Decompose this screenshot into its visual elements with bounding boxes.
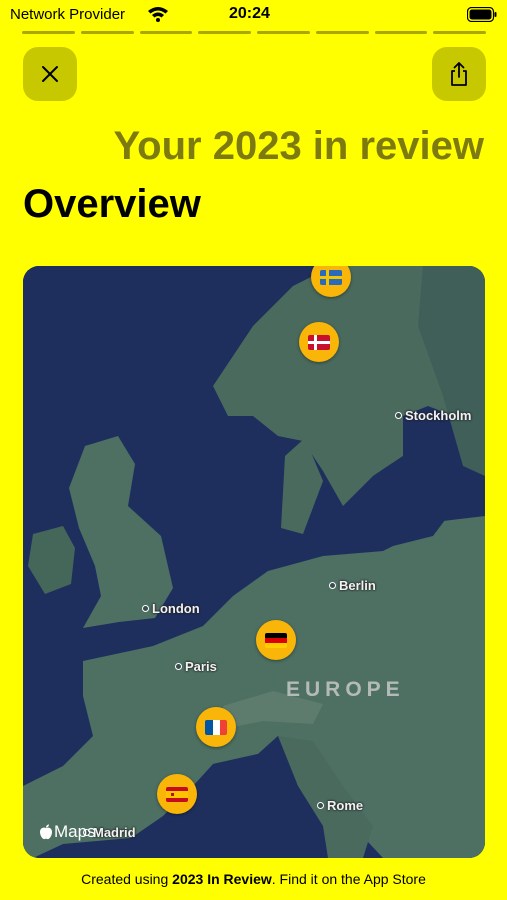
region-label: EUROPE bbox=[286, 678, 405, 701]
section-title: Overview bbox=[23, 182, 201, 226]
city-label-paris: Paris bbox=[175, 659, 217, 674]
maps-attribution[interactable]: Maps bbox=[39, 822, 96, 842]
spain-flag-icon bbox=[166, 786, 188, 802]
footer-suffix: . Find it on the App Store bbox=[271, 871, 426, 887]
close-button[interactable] bbox=[23, 47, 77, 101]
wifi-icon bbox=[148, 7, 168, 22]
maps-attribution-label: Maps bbox=[54, 822, 96, 841]
progress-segment bbox=[139, 31, 193, 34]
footer-credit[interactable]: Created using 2023 In Review. Find it on… bbox=[0, 871, 507, 887]
city-label-london: London bbox=[142, 601, 200, 616]
flag-pin-germany[interactable] bbox=[256, 620, 296, 660]
status-bar: Network Provider 20:24 bbox=[0, 0, 507, 30]
status-time: 20:24 bbox=[229, 5, 270, 22]
city-label-berlin: Berlin bbox=[329, 578, 376, 593]
close-icon bbox=[42, 66, 58, 82]
battery-icon bbox=[467, 7, 497, 22]
share-icon bbox=[451, 62, 467, 86]
progress-segment bbox=[22, 31, 75, 34]
progress-segment bbox=[80, 31, 134, 34]
flag-pin-spain[interactable] bbox=[157, 774, 197, 814]
city-dot bbox=[317, 802, 324, 809]
flag-pin-denmark[interactable] bbox=[299, 322, 339, 362]
city-dot bbox=[329, 582, 336, 589]
city-dot bbox=[142, 605, 149, 612]
page-headline: Your 2023 in review bbox=[113, 124, 484, 168]
flag-pin-france[interactable] bbox=[196, 707, 236, 747]
city-label-stockholm: Stockholm bbox=[395, 408, 471, 423]
france-flag-icon bbox=[205, 719, 227, 735]
carrier-name: Network Provider bbox=[10, 6, 126, 23]
city-dot bbox=[395, 412, 402, 419]
sweden-flag-icon bbox=[320, 269, 342, 285]
progress-segment bbox=[198, 31, 251, 34]
share-button[interactable] bbox=[432, 47, 486, 101]
map-view[interactable]: Stockholm Berlin London Paris Rome Madri… bbox=[23, 266, 485, 858]
progress-segment bbox=[257, 31, 310, 34]
progress-segment bbox=[315, 31, 369, 34]
progress-segment bbox=[433, 31, 486, 34]
denmark-flag-icon bbox=[308, 334, 330, 350]
apple-logo-icon bbox=[40, 824, 52, 840]
city-label-rome: Rome bbox=[317, 798, 363, 813]
story-progress bbox=[22, 31, 486, 34]
germany-flag-icon bbox=[265, 632, 287, 648]
europe-map bbox=[23, 266, 485, 858]
footer-app-name[interactable]: 2023 In Review bbox=[172, 871, 272, 887]
city-dot bbox=[175, 663, 182, 670]
progress-segment bbox=[374, 31, 428, 34]
footer-prefix: Created using bbox=[81, 871, 173, 887]
